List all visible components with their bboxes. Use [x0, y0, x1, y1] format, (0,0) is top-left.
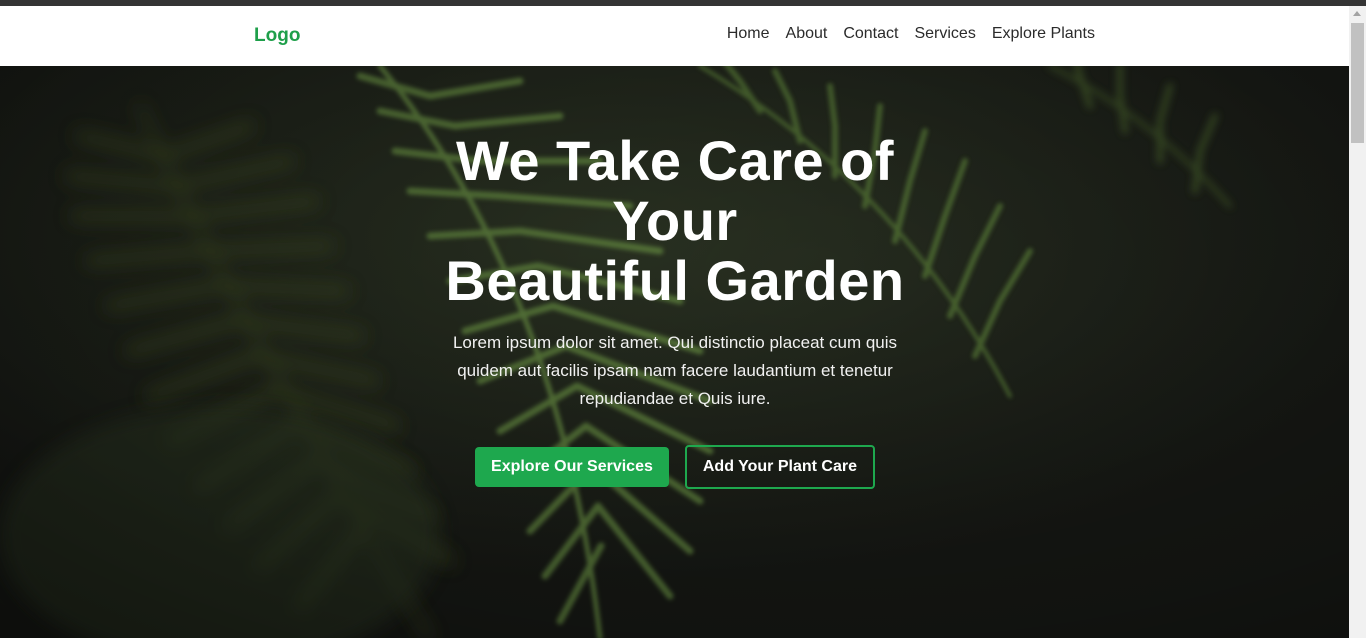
navbar: Logo Home About Contact Services Explore… — [0, 6, 1349, 66]
nav-link-about[interactable]: About — [786, 25, 828, 43]
hero-title-line-1: We Take Care of — [455, 129, 895, 192]
nav-link-contact[interactable]: Contact — [843, 25, 898, 43]
nav-links: Home About Contact Services Explore Plan… — [727, 25, 1095, 43]
hero-content: We Take Care of Your Beautiful Garden Lo… — [400, 131, 950, 489]
hero-title-line-3: Beautiful Garden — [445, 249, 905, 312]
scroll-up-arrow-icon[interactable] — [1353, 11, 1361, 16]
hero-description: Lorem ipsum dolor sit amet. Qui distinct… — [452, 333, 898, 408]
scrollbar-thumb[interactable] — [1351, 23, 1364, 143]
explore-services-button[interactable]: Explore Our Services — [475, 447, 669, 487]
logo-link[interactable]: Logo — [254, 25, 300, 47]
page: Logo Home About Contact Services Explore… — [0, 6, 1349, 638]
nav-link-home[interactable]: Home — [727, 25, 770, 43]
hero-section: We Take Care of Your Beautiful Garden Lo… — [0, 66, 1349, 638]
add-plant-care-button[interactable]: Add Your Plant Care — [684, 445, 875, 489]
nav-link-services[interactable]: Services — [914, 25, 975, 43]
hero-title-line-2: Your — [612, 189, 738, 252]
nav-link-explore-plants[interactable]: Explore Plants — [992, 25, 1095, 43]
hero-actions: Explore Our Services Add Your Plant Care — [400, 445, 950, 489]
hero-title: We Take Care of Your Beautiful Garden — [400, 131, 950, 311]
vertical-scrollbar[interactable] — [1349, 6, 1366, 638]
